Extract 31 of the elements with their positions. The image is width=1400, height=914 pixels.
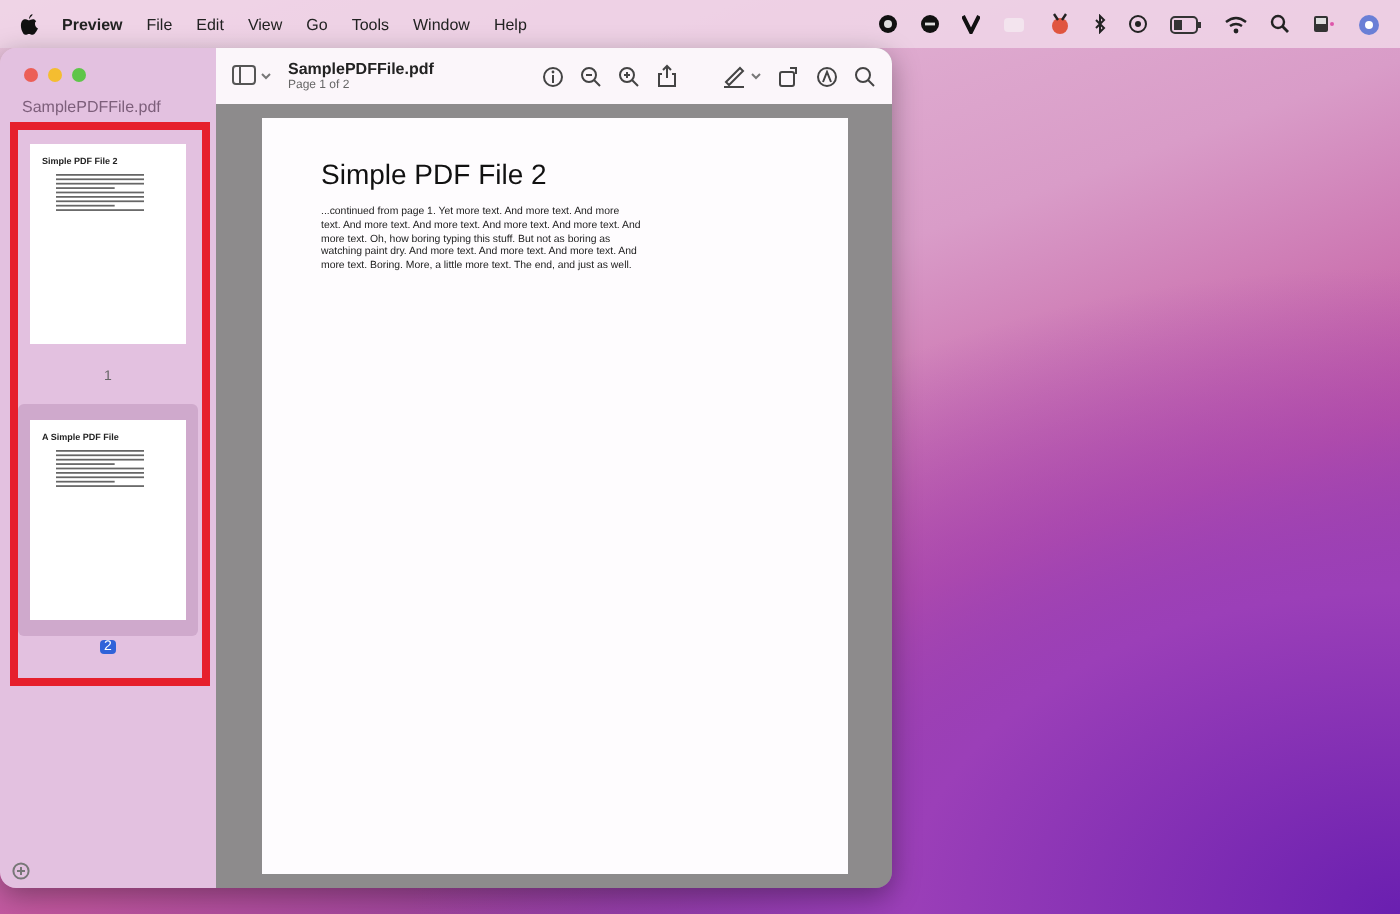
rotate-icon[interactable] bbox=[778, 65, 800, 87]
search-icon[interactable] bbox=[1270, 14, 1290, 34]
app-menu[interactable]: Preview bbox=[62, 15, 123, 33]
zoom-out-icon[interactable] bbox=[580, 65, 602, 87]
wifi-icon[interactable] bbox=[1224, 15, 1248, 33]
circle-icon[interactable] bbox=[878, 14, 898, 34]
search-icon[interactable] bbox=[854, 65, 876, 87]
menu-item[interactable]: File bbox=[146, 15, 173, 33]
menu-item[interactable]: Edit bbox=[196, 15, 224, 33]
menu-item[interactable]: View bbox=[247, 15, 283, 33]
menu-item[interactable]: Help bbox=[493, 15, 527, 33]
menu-item[interactable]: Go bbox=[306, 15, 328, 33]
bug-icon[interactable] bbox=[1048, 12, 1072, 36]
markup-icon[interactable] bbox=[816, 65, 838, 87]
bluetooth-icon[interactable] bbox=[1094, 14, 1106, 34]
zoom-in-icon[interactable] bbox=[618, 65, 640, 87]
target-icon[interactable] bbox=[1128, 14, 1148, 34]
menu-item[interactable]: Tools bbox=[351, 15, 389, 33]
info-icon[interactable] bbox=[542, 65, 564, 87]
v-letter-icon[interactable] bbox=[962, 14, 980, 34]
sidebar-file-name: SamplePDFFile.pdf bbox=[22, 98, 161, 116]
document-heading: Simple PDF File 2 bbox=[321, 158, 549, 190]
battery-icon[interactable] bbox=[1170, 15, 1202, 33]
pen-icon[interactable] bbox=[722, 64, 762, 88]
apple-logo-icon[interactable] bbox=[20, 13, 38, 35]
sidebar-toggle-icon[interactable] bbox=[232, 64, 272, 88]
minus-circle-icon[interactable] bbox=[920, 14, 940, 34]
share-icon[interactable] bbox=[656, 64, 678, 88]
plus-circle-icon[interactable] bbox=[12, 862, 30, 880]
window-title: SamplePDFFile.pdf bbox=[288, 61, 434, 77]
menu-item[interactable]: Window bbox=[413, 15, 470, 33]
